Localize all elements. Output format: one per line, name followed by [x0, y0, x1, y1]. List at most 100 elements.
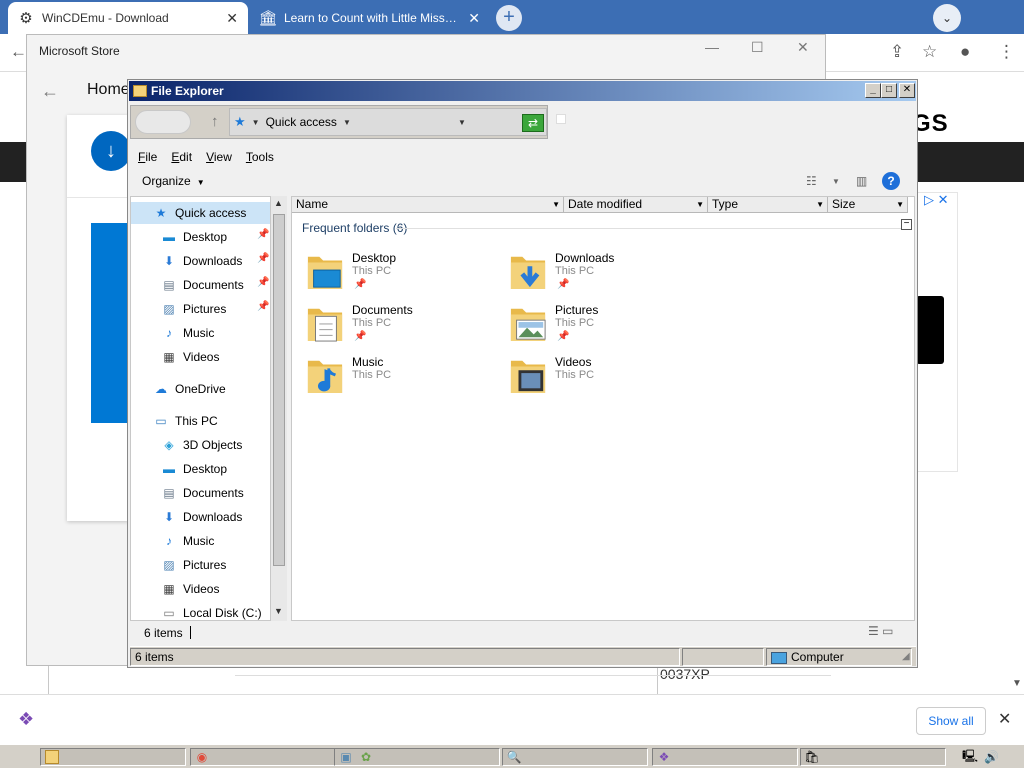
nav-item-downloads[interactable]: ⬇ Downloads — [131, 506, 273, 528]
collapse-icon[interactable]: − — [901, 219, 912, 230]
up-arrow-icon[interactable]: ↑ — [211, 113, 219, 130]
nav-scrollbar[interactable]: ▲ ▼ — [270, 196, 287, 621]
details-view-icon[interactable]: ☰ ▭ — [868, 624, 893, 638]
chevron-down-icon[interactable]: ▼ — [552, 197, 560, 212]
nav-item-music[interactable]: ♪ Music — [131, 530, 273, 552]
ad-choices-icon[interactable]: ▷ ✕ — [924, 192, 949, 208]
nav-item-onedrive[interactable]: ☁ OneDrive — [131, 378, 273, 400]
nav-item-documents[interactable]: ▤ Documents — [131, 274, 273, 296]
nav-item-local-disk-c[interactable]: ▭ Local Disk (C:) — [131, 602, 273, 620]
scroll-thumb[interactable] — [273, 214, 285, 566]
nav-item-pictures[interactable]: ▨ Pictures — [131, 298, 273, 320]
refresh-icon[interactable]: ⇄ — [522, 114, 544, 132]
pin-icon[interactable]: 📌 — [257, 253, 269, 264]
chevron-down-icon[interactable]: ⌄ — [933, 4, 961, 32]
nav-item-desktop[interactable]: ▬ Desktop — [131, 226, 273, 248]
nav-item-3d-objects[interactable]: ◈ 3D Objects — [131, 434, 273, 456]
download-icon[interactable]: ↓ — [91, 131, 131, 171]
chevron-down-icon[interactable]: ▼ — [696, 197, 704, 212]
nav-item-quick-access[interactable]: ★ Quick access — [131, 202, 273, 224]
download-file-icon[interactable]: ❖ — [18, 709, 34, 730]
pin-icon[interactable]: 📌 — [354, 279, 366, 290]
menu-view[interactable]: View — [206, 150, 232, 164]
nav-item-desktop[interactable]: ▬ Desktop — [131, 458, 273, 480]
close-icon[interactable]: ✕ — [998, 709, 1011, 729]
nav-item-pictures[interactable]: ▨ Pictures — [131, 554, 273, 576]
back-arrow-icon[interactable]: ← — [41, 81, 59, 102]
close-button[interactable]: ✕ — [899, 83, 915, 98]
column-header-name[interactable]: Name ▼ — [292, 197, 564, 213]
taskbar-download-app[interactable]: ❖ — [652, 748, 798, 766]
chevron-down-icon[interactable]: ▼ — [343, 118, 351, 127]
nav-item-this-pc[interactable]: ▭ This PC — [131, 410, 273, 432]
bookmark-star-icon[interactable]: ☆ — [922, 42, 937, 62]
back-arrow-icon[interactable]: ← — [10, 42, 27, 62]
chevron-down-icon[interactable]: ▼ — [832, 177, 840, 186]
pin-icon[interactable]: 📌 — [257, 301, 269, 312]
nav-item-videos[interactable]: ▦ Videos — [131, 346, 273, 368]
chevron-down-icon[interactable]: ▼ — [896, 197, 904, 212]
title-bar[interactable]: File Explorer _ □ ✕ — [129, 81, 916, 101]
pin-icon[interactable]: 📌 — [557, 279, 569, 290]
menu-tools[interactable]: Tools — [246, 150, 274, 164]
taskbar-chrome[interactable]: ◉ — [190, 748, 336, 766]
folder-tile-music[interactable]: Music This PC — [306, 353, 496, 403]
maximize-icon[interactable]: ☐ — [751, 39, 764, 56]
profile-icon[interactable]: ● — [960, 42, 970, 62]
chevron-down-icon[interactable]: ▼ — [816, 197, 824, 212]
scroll-up-icon[interactable]: ▲ — [274, 198, 283, 208]
folder-tile-pictures[interactable]: Pictures This PC 📌 — [509, 301, 699, 351]
new-tab-button[interactable]: + — [496, 5, 522, 31]
menu-dots-icon[interactable]: ⋮ — [998, 42, 1015, 62]
pin-icon[interactable]: 📌 — [557, 331, 569, 342]
maximize-button[interactable]: □ — [881, 83, 897, 98]
help-icon[interactable]: ? — [882, 172, 900, 190]
resize-grip-icon[interactable]: ◢ — [902, 651, 910, 662]
chevron-down-icon[interactable]: ▼ — [252, 118, 260, 127]
scroll-down-icon[interactable]: ▼ — [1012, 678, 1022, 689]
address-history-dropdown[interactable]: ▼ — [458, 118, 466, 127]
folder-name: Videos — [555, 355, 592, 369]
share-icon[interactable]: ⇪ — [890, 42, 904, 62]
folder-tile-downloads[interactable]: Downloads This PC 📌 — [509, 249, 699, 299]
column-header-type[interactable]: Type ▼ — [708, 197, 828, 213]
close-icon[interactable]: ✕ — [226, 10, 238, 27]
browser-tab-little-miss-brain[interactable]: 🏛 Learn to Count with Little Miss Brain … — [250, 2, 490, 34]
taskbar-app-window[interactable]: ▣ ✿ — [334, 748, 500, 766]
breadcrumb[interactable]: Quick access — [266, 115, 337, 129]
minimize-icon[interactable]: — — [705, 39, 719, 55]
menu-edit[interactable]: Edit — [171, 150, 192, 164]
folder-tile-documents[interactable]: Documents This PC 📌 — [306, 301, 496, 351]
folder-tile-videos[interactable]: Videos This PC — [509, 353, 699, 403]
address-bar[interactable]: ★ ▼ Quick access ▼ ▼ ⇄ — [229, 108, 547, 136]
close-icon[interactable]: ✕ — [797, 39, 809, 56]
preview-pane-icon[interactable]: ▥ — [856, 174, 867, 188]
browser-tab-wincdemu[interactable]: ⚙ WinCDEmu - Download ✕ — [8, 2, 248, 34]
pin-icon[interactable]: 📌 — [257, 277, 269, 288]
volume-icon[interactable]: 🔊 — [984, 750, 999, 764]
show-all-button[interactable]: Show all — [916, 707, 986, 735]
close-icon[interactable]: ✕ — [468, 10, 480, 27]
nav-home[interactable]: Home — [87, 81, 130, 99]
column-header-size[interactable]: Size ▼ — [828, 197, 908, 213]
nav-item-downloads[interactable]: ⬇ Downloads — [131, 250, 273, 272]
taskbar-file-explorer[interactable] — [40, 748, 186, 766]
column-header-date-modified[interactable]: Date modified ▼ — [564, 197, 708, 213]
back-forward-buttons[interactable] — [135, 110, 191, 134]
pin-icon[interactable]: 📌 — [257, 229, 269, 240]
taskbar-store[interactable]: 🛍 — [800, 748, 946, 766]
menu-file[interactable]: File — [138, 150, 157, 164]
scroll-down-icon[interactable]: ▼ — [274, 606, 283, 616]
minimize-button[interactable]: _ — [865, 83, 881, 98]
change-view-icon[interactable]: ☷ — [806, 174, 817, 188]
network-icon[interactable]: 🖳 — [962, 747, 978, 768]
nav-item-documents[interactable]: ▤ Documents — [131, 482, 273, 504]
organize-button[interactable]: Organize ▼ — [142, 174, 205, 188]
folder-tile-desktop[interactable]: Desktop This PC 📌 — [306, 249, 496, 299]
taskbar-search-app[interactable]: 🔍 — [502, 748, 648, 766]
pin-icon[interactable]: 📌 — [354, 331, 366, 342]
nav-item-videos[interactable]: ▦ Videos — [131, 578, 273, 600]
nav-item-music[interactable]: ♪ Music — [131, 322, 273, 344]
search-input[interactable] — [556, 114, 566, 124]
group-header[interactable]: Frequent folders (6) — [302, 221, 407, 235]
